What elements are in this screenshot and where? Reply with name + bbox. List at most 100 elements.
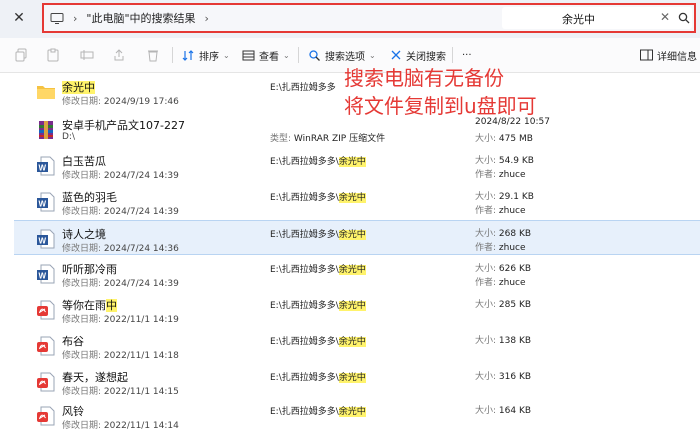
pdf-document-icon bbox=[37, 336, 55, 356]
view-icon bbox=[242, 50, 255, 60]
file-location: E:\扎西拉姆多多 bbox=[270, 83, 336, 93]
file-name: 余光中 bbox=[62, 81, 95, 94]
close-search-label: 关闭搜索 bbox=[406, 51, 446, 63]
svg-text:W: W bbox=[39, 272, 47, 281]
file-size: 大小: 54.9 KB bbox=[475, 156, 534, 166]
file-name: 听听那冷雨 bbox=[62, 263, 117, 276]
list-item[interactable]: W 白玉苦瓜 修改日期: 2024/7/24 14:39 E:\扎西拉姆多多\余… bbox=[14, 148, 700, 183]
address-bar: › "此电脑"中的搜索结果 › 余光中 ✕ bbox=[42, 3, 696, 33]
paste-icon bbox=[47, 48, 59, 62]
search-value: 余光中 bbox=[562, 13, 595, 26]
file-size: 大小: 29.1 KB bbox=[475, 192, 534, 202]
file-date: 修改日期: 2024/7/24 14:36 bbox=[62, 244, 179, 254]
search-options-icon bbox=[309, 49, 320, 61]
chevron-down-icon: ⌄ bbox=[223, 50, 230, 60]
file-date: 修改日期: 2022/11/1 14:15 bbox=[62, 387, 179, 397]
list-item[interactable]: 风铃 修改日期: 2022/11/1 14:14 E:\扎西拉姆多多\余光中 大… bbox=[14, 398, 700, 433]
copy-icon bbox=[15, 48, 27, 62]
toolbar-divider bbox=[298, 47, 299, 63]
file-size: 大小: 285 KB bbox=[475, 300, 532, 310]
file-name: 等你在雨中 bbox=[62, 299, 117, 312]
file-name: 蓝色的羽毛 bbox=[62, 191, 117, 204]
annotation-line-1: 搜索电脑有无备份 bbox=[344, 66, 504, 90]
title-bar: ✕ › "此电脑"中的搜索结果 › 余光中 ✕ bbox=[0, 0, 700, 38]
share-button[interactable] bbox=[112, 46, 130, 64]
file-name: 白玉苦瓜 bbox=[62, 155, 106, 168]
rename-button[interactable] bbox=[80, 46, 98, 64]
file-name: 春天，遂想起 bbox=[62, 371, 128, 384]
breadcrumb-chevron-icon: › bbox=[204, 11, 209, 25]
file-location: E:\扎西拉姆多多\余光中 bbox=[270, 157, 366, 167]
trash-icon bbox=[148, 50, 158, 62]
file-date: 修改日期: 2024/7/24 14:39 bbox=[62, 171, 179, 181]
file-size: 大小: 475 MB bbox=[475, 134, 533, 144]
file-location: E:\扎西拉姆多多\余光中 bbox=[270, 373, 366, 383]
more-icon: ··· bbox=[462, 49, 472, 61]
file-size: 大小: 626 KB bbox=[475, 264, 532, 274]
details-pane-icon bbox=[640, 49, 653, 61]
clear-search-icon[interactable]: ✕ bbox=[660, 10, 670, 24]
file-location: E:\扎西拉姆多多\余光中 bbox=[270, 407, 366, 417]
word-document-icon: W bbox=[37, 264, 55, 284]
file-date: 修改日期: 2022/11/1 14:18 bbox=[62, 351, 179, 361]
list-item-selected[interactable]: W 诗人之境 修改日期: 2024/7/24 14:36 E:\扎西拉姆多多\余… bbox=[14, 220, 700, 255]
file-size: 大小: 268 KB bbox=[475, 229, 532, 239]
sort-button[interactable]: 排序 ⌄ bbox=[182, 46, 230, 64]
paste-button[interactable] bbox=[46, 46, 64, 64]
file-type: 类型: WinRAR ZIP 压缩文件 bbox=[270, 134, 386, 144]
file-location: E:\扎西拉姆多多\余光中 bbox=[270, 337, 366, 347]
breadcrumb-chevron-icon: › bbox=[73, 11, 78, 25]
copy-button[interactable] bbox=[14, 46, 32, 64]
search-results-list: 余光中 修改日期: 2024/9/19 17:46 E:\扎西拉姆多多 安卓手机… bbox=[0, 74, 700, 434]
view-label: 查看 bbox=[259, 51, 279, 63]
file-location: E:\扎西拉姆多多\余光中 bbox=[270, 230, 366, 240]
sort-label: 排序 bbox=[199, 51, 219, 63]
file-location: E:\扎西拉姆多多\余光中 bbox=[270, 265, 366, 275]
view-button[interactable]: 查看 ⌄ bbox=[242, 46, 290, 64]
file-size: 大小: 138 KB bbox=[475, 336, 532, 346]
svg-text:W: W bbox=[39, 237, 47, 246]
breadcrumb-location[interactable]: "此电脑"中的搜索结果 bbox=[86, 10, 195, 26]
file-location: E:\扎西拉姆多多\余光中 bbox=[270, 193, 366, 203]
search-input[interactable]: 余光中 ✕ bbox=[502, 7, 692, 29]
chevron-down-icon: ⌄ bbox=[369, 50, 376, 60]
file-author: 作者: zhuce bbox=[475, 170, 526, 180]
list-item[interactable]: 春天，遂想起 修改日期: 2022/11/1 14:15 E:\扎西拉姆多多\余… bbox=[14, 364, 700, 399]
list-item[interactable]: 等你在雨中 修改日期: 2022/11/1 14:19 E:\扎西拉姆多多\余光… bbox=[14, 292, 700, 327]
file-date: 修改日期: 2022/11/1 14:14 bbox=[62, 421, 179, 431]
file-date: 修改日期: 2024/7/24 14:39 bbox=[62, 207, 179, 217]
list-item[interactable]: W 蓝色的羽毛 修改日期: 2024/7/24 14:39 E:\扎西拉姆多多\… bbox=[14, 184, 700, 219]
file-date: 修改日期: 2022/11/1 14:19 bbox=[62, 315, 179, 325]
close-tab-icon[interactable]: ✕ bbox=[10, 9, 28, 27]
file-date: 修改日期: 2024/7/24 14:39 bbox=[62, 279, 179, 289]
winrar-archive-icon bbox=[39, 121, 53, 139]
file-size: 大小: 316 KB bbox=[475, 372, 532, 382]
annotation-line-2: 将文件复制到u盘即可 bbox=[344, 94, 537, 118]
file-name: 诗人之境 bbox=[62, 228, 106, 241]
delete-button[interactable] bbox=[146, 46, 164, 64]
pdf-document-icon bbox=[37, 300, 55, 320]
details-pane-button[interactable]: 详细信息 bbox=[640, 46, 697, 64]
monitor-icon bbox=[50, 12, 64, 24]
breadcrumb[interactable]: › "此电脑"中的搜索结果 › bbox=[44, 5, 500, 31]
file-author: 作者: zhuce bbox=[475, 243, 526, 253]
toolbar-divider bbox=[452, 47, 453, 63]
details-label: 详细信息 bbox=[657, 51, 697, 63]
list-item[interactable]: 布谷 修改日期: 2022/11/1 14:18 E:\扎西拉姆多多\余光中 大… bbox=[14, 328, 700, 363]
search-options-label: 搜索选项 bbox=[325, 51, 365, 63]
file-size: 大小: 164 KB bbox=[475, 406, 532, 416]
chevron-down-icon: ⌄ bbox=[283, 50, 290, 60]
file-name: 安卓手机产品文107-227 bbox=[62, 119, 185, 132]
file-name: 布谷 bbox=[62, 335, 84, 348]
svg-text:W: W bbox=[39, 164, 47, 173]
close-icon bbox=[391, 50, 401, 60]
search-icon[interactable] bbox=[678, 12, 690, 24]
share-icon bbox=[114, 49, 124, 61]
sort-icon bbox=[182, 49, 194, 61]
toolbar-divider bbox=[172, 47, 173, 63]
pdf-document-icon bbox=[37, 406, 55, 426]
pdf-document-icon bbox=[37, 372, 55, 392]
word-document-icon: W bbox=[37, 229, 55, 249]
list-item[interactable]: W 听听那冷雨 修改日期: 2024/7/24 14:39 E:\扎西拉姆多多\… bbox=[14, 256, 700, 291]
folder-icon bbox=[37, 86, 55, 99]
